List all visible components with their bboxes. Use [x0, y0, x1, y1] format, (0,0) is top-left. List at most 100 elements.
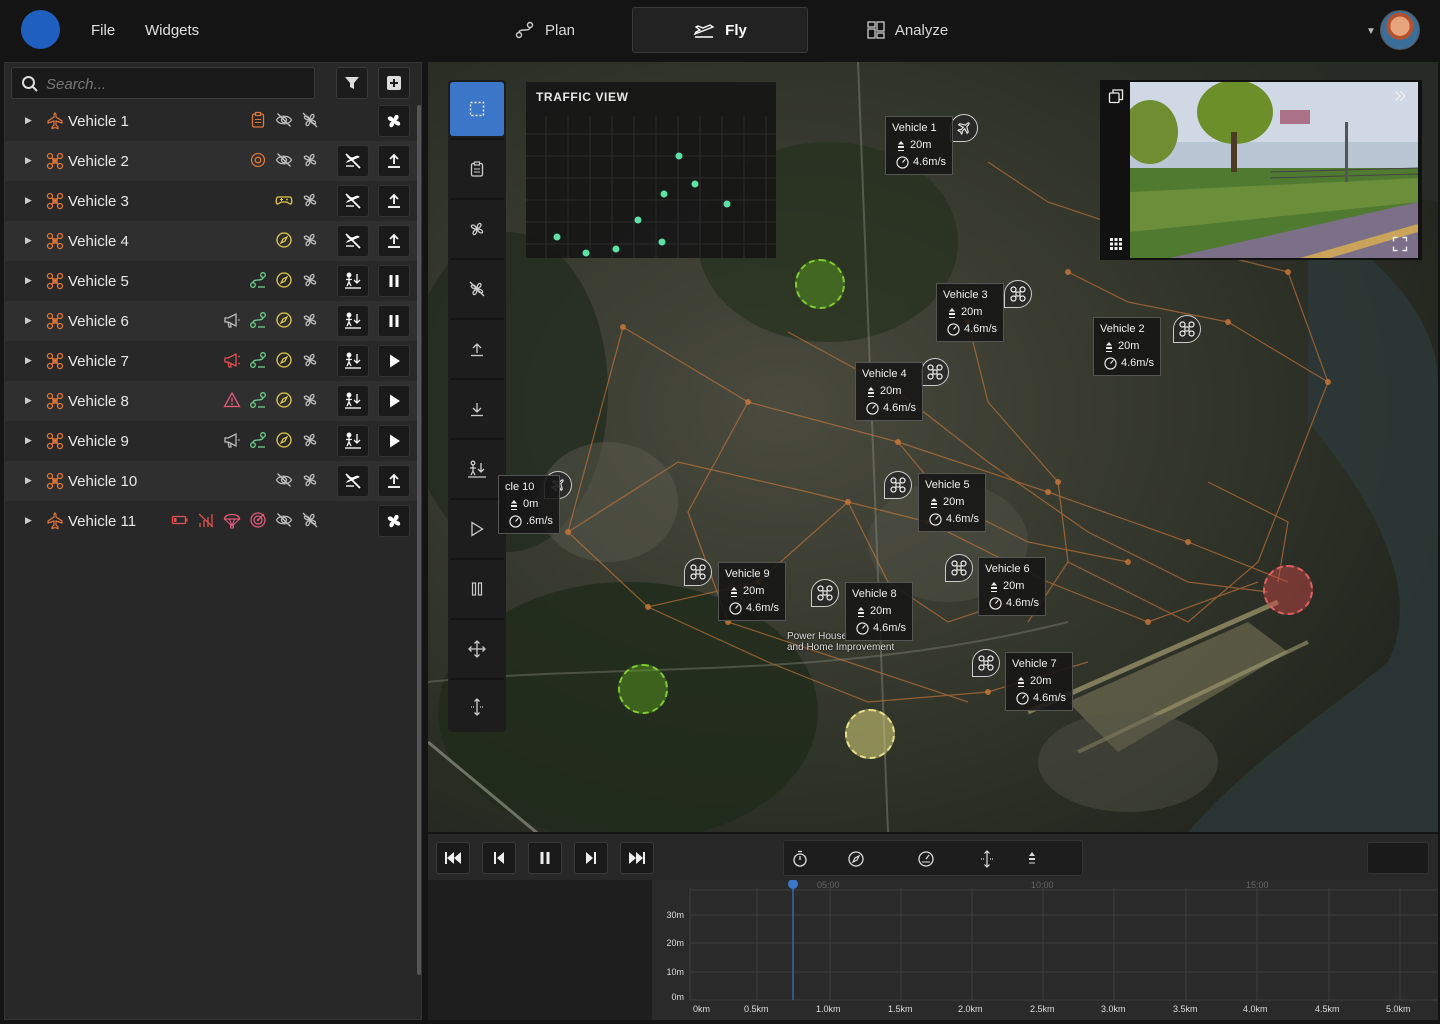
tab-fly[interactable]: Fly [632, 7, 808, 53]
traffic-view-widget[interactable]: TRAFFIC VIEW [526, 82, 776, 258]
vehicle-row[interactable]: ▶ Vehicle 9 [5, 421, 417, 461]
geofence-zone-green[interactable] [795, 259, 845, 309]
vehicle-row[interactable]: ▶ Vehicle 3 [5, 181, 417, 221]
takeoff-button[interactable] [378, 465, 410, 497]
search-input[interactable] [46, 74, 306, 94]
altitude-icon[interactable] [1026, 850, 1038, 866]
skip-to-start-button[interactable] [436, 842, 470, 874]
avatar[interactable] [1380, 10, 1420, 50]
vehicle-marker[interactable] [945, 554, 973, 582]
pause-button[interactable] [378, 305, 410, 337]
step-forward-button[interactable] [574, 842, 608, 874]
vehicle-map-label[interactable]: Vehicle 6 20m 4.6m/s [978, 557, 1047, 616]
motors-off-button[interactable] [337, 225, 369, 257]
vehicle-marker[interactable] [884, 471, 912, 499]
vehicle-row[interactable]: ▶ Vehicle 7 [5, 341, 417, 381]
pause-button[interactable] [378, 265, 410, 297]
vertical-arrows-icon[interactable] [980, 850, 994, 868]
vehicle-map-label[interactable]: Vehicle 5 20m 4.6m/s [918, 473, 987, 532]
expand-caret-icon[interactable]: ▶ [25, 155, 32, 166]
expand-caret-icon[interactable]: ▶ [25, 515, 32, 526]
land-button[interactable] [337, 425, 369, 457]
vehicle-marker[interactable] [972, 649, 1000, 677]
vehicle-map-label[interactable]: Vehicle 7 20m 4.6m/s [1005, 652, 1074, 711]
motors-on-button[interactable] [378, 105, 410, 137]
expand-caret-icon[interactable]: ▶ [25, 475, 32, 486]
vehicle-marker[interactable] [921, 358, 949, 386]
motors-off-button[interactable] [450, 262, 504, 316]
land-button[interactable] [450, 382, 504, 436]
takeoff-button[interactable] [378, 185, 410, 217]
vehicle-marker[interactable] [811, 579, 839, 607]
resume-button[interactable] [378, 425, 410, 457]
speedometer-icon[interactable] [917, 850, 935, 868]
scrollbar[interactable] [417, 105, 421, 975]
skip-to-end-button[interactable] [620, 842, 654, 874]
land-button[interactable] [337, 305, 369, 337]
vehicle-row[interactable]: ▶ Vehicle 2 [5, 141, 417, 181]
pause-button[interactable] [450, 562, 504, 616]
vehicle-row[interactable]: ▶ Vehicle 10 [5, 461, 417, 501]
map-view[interactable]: TRAFFIC VIEW Power House and Home Improv… [428, 62, 1438, 832]
chevron-down-icon[interactable]: ▼ [1366, 26, 1376, 37]
add-vehicle-button[interactable] [378, 67, 410, 99]
geofence-zone-green[interactable] [618, 664, 668, 714]
vehicle-map-label[interactable]: Vehicle 9 20m 4.6m/s [718, 562, 787, 621]
resume-button[interactable] [450, 502, 504, 556]
expand-caret-icon[interactable]: ▶ [25, 395, 32, 406]
resume-button[interactable] [378, 345, 410, 377]
land-button[interactable] [337, 385, 369, 417]
move-button[interactable] [450, 622, 504, 676]
timeline-options-button[interactable] [1367, 842, 1429, 874]
motors-off-button[interactable] [337, 145, 369, 177]
geofence-zone-red[interactable] [1263, 565, 1313, 615]
geofence-zone-yellow[interactable] [845, 709, 895, 759]
pause-playback-button[interactable] [528, 842, 562, 874]
vehicle-marker[interactable] [1004, 280, 1032, 308]
vehicle-row[interactable]: ▶ Vehicle 1 [5, 101, 417, 141]
land-button[interactable] [337, 345, 369, 377]
mission-tool-button[interactable] [450, 142, 504, 196]
motors-on-button[interactable] [450, 202, 504, 256]
motors-off-button[interactable] [337, 465, 369, 497]
vehicle-map-label[interactable]: Vehicle 2 20m 4.6m/s [1093, 317, 1162, 376]
step-back-button[interactable] [482, 842, 516, 874]
vehicle-row[interactable]: ▶ Vehicle 4 [5, 221, 417, 261]
expand-caret-icon[interactable]: ▶ [25, 355, 32, 366]
takeoff-button[interactable] [378, 145, 410, 177]
vehicle-map-label[interactable]: Vehicle 1 20m 4.6m/s [885, 116, 954, 175]
vehicle-map-label[interactable]: Vehicle 8 20m 4.6m/s [845, 582, 914, 641]
menu-file[interactable]: File [91, 22, 115, 39]
expand-caret-icon[interactable]: ▶ [25, 275, 32, 286]
altitude-button[interactable] [450, 680, 504, 734]
filter-button[interactable] [336, 67, 368, 99]
tab-analyze[interactable]: Analyze [850, 7, 965, 53]
vehicle-map-label[interactable]: Vehicle 3 20m 4.6m/s [936, 283, 1005, 342]
expand-caret-icon[interactable]: ▶ [25, 315, 32, 326]
vehicle-row[interactable]: ▶ Vehicle 5 [5, 261, 417, 301]
camera-feed-widget[interactable] [1100, 80, 1422, 260]
select-tool-button[interactable] [450, 82, 504, 136]
vehicle-marker[interactable] [684, 558, 712, 586]
fullscreen-button[interactable] [1386, 230, 1414, 258]
motors-on-button[interactable] [378, 505, 410, 537]
compass-icon[interactable] [847, 850, 865, 868]
motors-off-button[interactable] [337, 185, 369, 217]
vehicle-row[interactable]: ▶ Vehicle 11 [5, 501, 417, 541]
app-logo[interactable] [21, 10, 60, 49]
vehicle-row[interactable]: ▶ Vehicle 8 [5, 381, 417, 421]
resume-button[interactable] [378, 385, 410, 417]
collapse-camera-button[interactable] [1386, 82, 1414, 110]
vehicle-row[interactable]: ▶ Vehicle 6 [5, 301, 417, 341]
expand-caret-icon[interactable]: ▶ [25, 115, 32, 126]
land-all-button[interactable] [450, 442, 504, 496]
vehicle-marker[interactable] [1173, 315, 1201, 343]
takeoff-button[interactable] [450, 322, 504, 376]
land-button[interactable] [337, 265, 369, 297]
expand-caret-icon[interactable]: ▶ [25, 435, 32, 446]
altitude-distance-chart[interactable]: 05:00 10:00 15:00 30m 20m 10m 0m 0km 0.5km 1.0k… [652, 880, 1438, 1020]
vehicle-marker[interactable] [950, 114, 978, 142]
stopwatch-icon[interactable] [792, 850, 808, 868]
menu-widgets[interactable]: Widgets [145, 22, 199, 39]
expand-caret-icon[interactable]: ▶ [25, 235, 32, 246]
